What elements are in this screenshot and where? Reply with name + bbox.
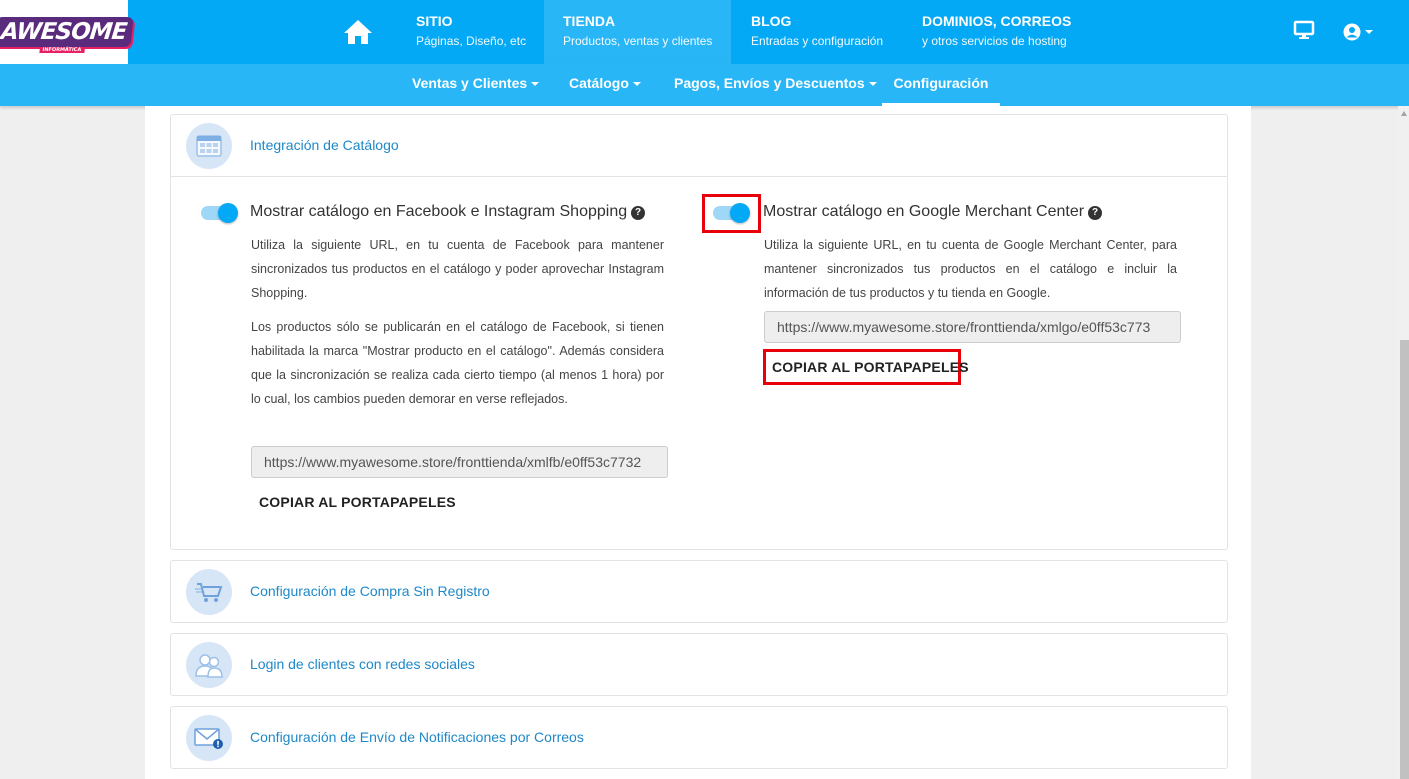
subnav-ventas-clientes[interactable]: Ventas y Clientes bbox=[412, 64, 540, 106]
tab-blog[interactable]: BLOG Entradas y configuración bbox=[751, 0, 883, 64]
user-circle-icon bbox=[1343, 23, 1361, 41]
chevron-down-icon bbox=[531, 82, 540, 87]
panel-guest-checkout-header[interactable]: Configuración de Compra Sin Registro bbox=[171, 561, 1227, 623]
help-icon[interactable]: ? bbox=[1088, 206, 1103, 220]
subnav-pagos-label: Pagos, Envíos y Descuentos bbox=[674, 75, 865, 91]
tab-dominios-subtitle: y otros servicios de hosting bbox=[922, 34, 1067, 48]
chevron-down-icon bbox=[632, 82, 641, 87]
google-catalog-title: Mostrar catálogo en Google Merchant Cent… bbox=[763, 203, 1085, 220]
tab-tienda-subtitle: Productos, ventas y clientes bbox=[563, 34, 713, 48]
google-catalog-label: Mostrar catálogo en Google Merchant Cent… bbox=[763, 203, 1103, 221]
chevron-down-icon bbox=[868, 82, 877, 87]
tab-tienda[interactable]: TIENDA Productos, ventas y clientes bbox=[544, 0, 731, 64]
subnav-ventas-label: Ventas y Clientes bbox=[412, 75, 528, 91]
tab-sitio[interactable]: SITIO Páginas, Diseño, etc bbox=[416, 0, 526, 64]
home-icon bbox=[344, 20, 372, 44]
subnav-pagos-envios[interactable]: Pagos, Envíos y Descuentos bbox=[674, 64, 877, 106]
google-catalog-toggle[interactable] bbox=[713, 203, 750, 223]
panel-guest-checkout: Configuración de Compra Sin Registro bbox=[170, 560, 1228, 623]
toggle-knob bbox=[218, 203, 238, 223]
google-copy-button[interactable]: COPIAR AL PORTAPAPELES bbox=[772, 359, 969, 375]
home-button[interactable] bbox=[337, 0, 379, 64]
users-icon bbox=[186, 642, 232, 688]
tab-dominios[interactable]: DOMINIOS, CORREOS y otros servicios de h… bbox=[922, 0, 1071, 64]
facebook-copy-button[interactable]: COPIAR AL PORTAPAPELES bbox=[259, 494, 456, 510]
logo[interactable]: AWESOME INFORMÁTICA bbox=[0, 0, 135, 64]
sub-navbar: Ventas y Clientes Catálogo Pagos, Envíos… bbox=[0, 64, 1409, 106]
scrollbar-thumb[interactable] bbox=[1400, 340, 1409, 779]
tab-blog-title: BLOG bbox=[751, 13, 792, 29]
toggle-knob bbox=[730, 203, 750, 223]
panel-catalog-header[interactable]: Integración de Catálogo bbox=[171, 115, 1227, 177]
facebook-desc-2: Los productos sólo se publicarán en el c… bbox=[251, 320, 664, 406]
chevron-down-icon bbox=[1365, 30, 1373, 34]
subnav-configuracion[interactable]: Configuración bbox=[882, 64, 1000, 106]
subnav-catalogo[interactable]: Catálogo bbox=[569, 64, 641, 106]
envelope-icon bbox=[186, 715, 232, 761]
cart-icon bbox=[186, 569, 232, 615]
top-navbar: AWESOME INFORMÁTICA SITIO Páginas, Diseño… bbox=[0, 0, 1409, 64]
monitor-icon bbox=[1293, 20, 1315, 39]
tab-blog-subtitle: Entradas y configuración bbox=[751, 34, 884, 48]
logo-subtext: INFORMÁTICA bbox=[39, 47, 85, 53]
google-url-field[interactable] bbox=[764, 311, 1181, 343]
tab-dominios-title: DOMINIOS, CORREOS bbox=[922, 13, 1072, 29]
help-icon[interactable]: ? bbox=[631, 206, 646, 220]
facebook-catalog-toggle[interactable] bbox=[201, 203, 238, 223]
panel-email-notifications-header[interactable]: Configuración de Envío de Notificaciones… bbox=[171, 707, 1227, 769]
tab-sitio-subtitle: Páginas, Diseño, etc bbox=[416, 34, 527, 48]
facebook-desc-1: Utiliza la siguiente URL, en tu cuenta d… bbox=[251, 238, 664, 300]
panel-social-login-title: Login de clientes con redes sociales bbox=[250, 656, 475, 672]
panel-social-login-header[interactable]: Login de clientes con redes sociales bbox=[171, 634, 1227, 696]
facebook-url-field[interactable] bbox=[251, 446, 668, 478]
facebook-catalog-label: Mostrar catálogo en Facebook e Instagram… bbox=[250, 203, 646, 221]
subnav-config-label: Configuración bbox=[893, 75, 989, 91]
user-menu-button[interactable] bbox=[1343, 20, 1377, 44]
panel-guest-checkout-title: Configuración de Compra Sin Registro bbox=[250, 583, 490, 599]
logo-text: AWESOME INFORMÁTICA bbox=[0, 17, 135, 53]
panel-email-notifications: Configuración de Envío de Notificaciones… bbox=[170, 706, 1228, 769]
tab-tienda-title: TIENDA bbox=[563, 13, 616, 29]
panel-social-login: Login de clientes con redes sociales bbox=[170, 633, 1228, 696]
subnav-catalogo-label: Catálogo bbox=[569, 75, 629, 91]
monitor-button[interactable] bbox=[1293, 20, 1317, 44]
calendar-grid-icon bbox=[186, 123, 232, 169]
panel-email-notifications-title: Configuración de Envío de Notificaciones… bbox=[250, 729, 584, 745]
scroll-up-icon[interactable] bbox=[1401, 111, 1407, 116]
tab-sitio-title: SITIO bbox=[416, 13, 453, 29]
panel-catalog-title: Integración de Catálogo bbox=[250, 137, 399, 153]
facebook-catalog-title: Mostrar catálogo en Facebook e Instagram… bbox=[250, 203, 628, 220]
google-desc: Utiliza la siguiente URL, en tu cuenta d… bbox=[764, 238, 1177, 300]
